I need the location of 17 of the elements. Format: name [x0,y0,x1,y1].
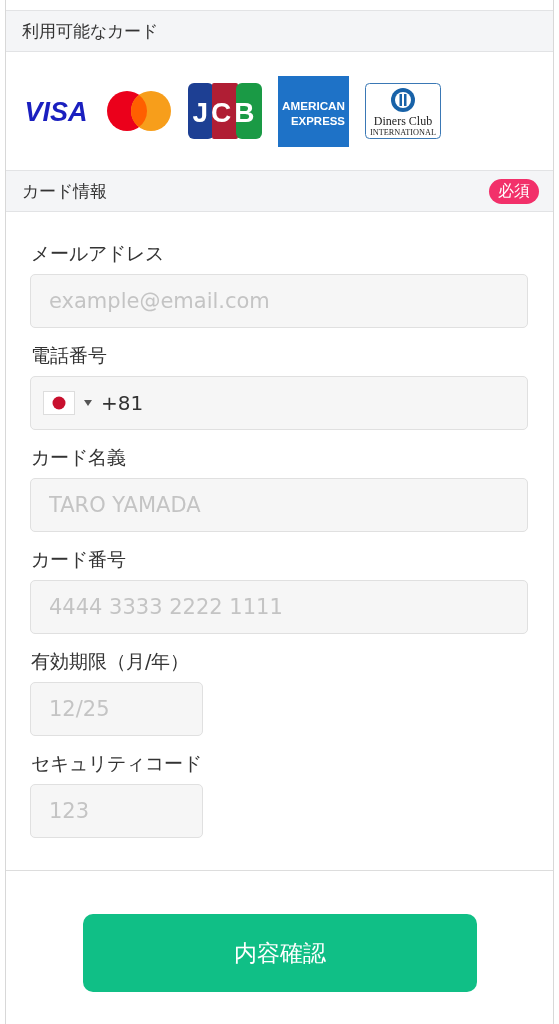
amex-logo: AMERICAN EXPRESS [278,75,349,147]
field-label: 有効期限（月/年） [31,650,191,672]
country-code: +81 [101,391,144,415]
required-badge: 必須 [489,178,539,204]
section-title: 利用可能なカード [22,19,158,43]
mastercard-logo [106,90,172,132]
field-label: メールアドレス [31,242,165,264]
field-label: カード番号 [31,548,127,570]
section-title: カード情報 [22,179,107,203]
field-label: 電話番号 [31,344,108,366]
field-label: カード名義 [31,446,127,468]
caret-icon[interactable] [83,399,93,407]
visa-logo: VISA [22,97,90,125]
field-label: セキュリティコード [31,752,203,774]
japan-flag-icon[interactable] [43,391,75,415]
diners-club-logo: Diners Club INTERNATIONAL [365,83,441,139]
phone-field[interactable]: +81 [30,376,528,430]
